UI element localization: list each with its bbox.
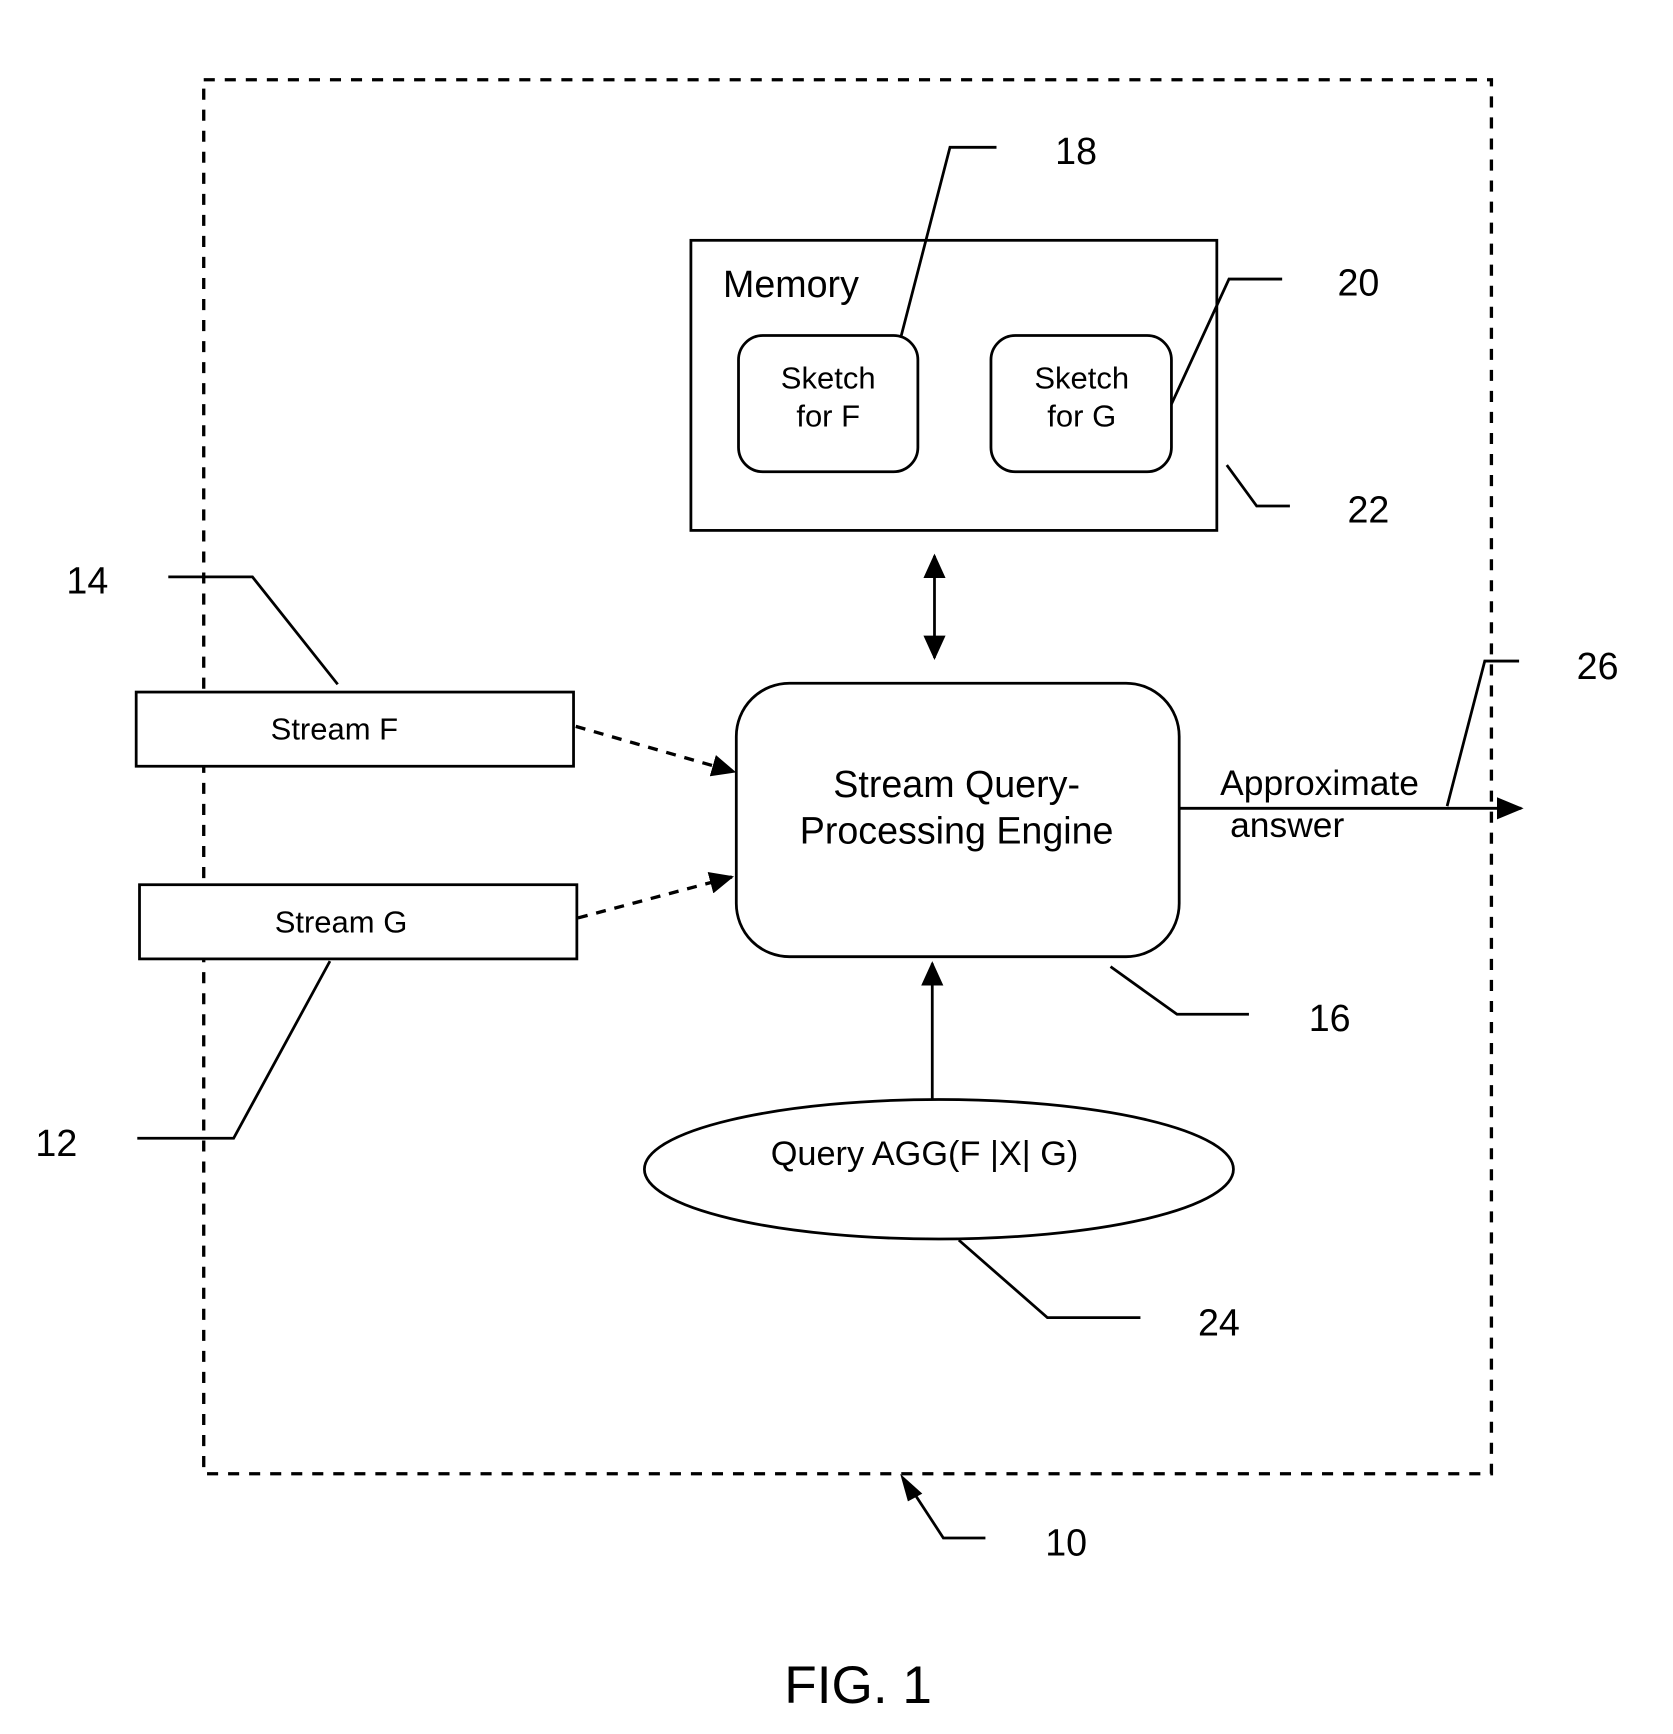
stream-g-block: Stream G xyxy=(138,883,579,961)
stream-g-arrow xyxy=(577,871,735,920)
sketch-g-line1: Sketch xyxy=(1034,361,1129,396)
ref-16: 16 xyxy=(1309,997,1351,1039)
engine-block: Stream Query- Processing Engine xyxy=(734,681,1181,959)
ref-18: 18 xyxy=(1055,130,1097,172)
sketch-f-line2: for F xyxy=(796,398,860,433)
engine-line1: Stream Query- xyxy=(833,763,1080,805)
leader-26 xyxy=(1445,659,1520,807)
sketch-g-line2: for G xyxy=(1047,398,1116,433)
stream-g-label: Stream G xyxy=(275,904,408,939)
diagram-canvas: Memory Sketch for F Sketch for G 18 20 2… xyxy=(35,78,1619,1715)
ref-20: 20 xyxy=(1338,262,1380,304)
engine-line2: Processing Engine xyxy=(800,810,1114,852)
memory-label: Memory xyxy=(723,263,859,305)
leader-16 xyxy=(1109,965,1249,1016)
ref-14: 14 xyxy=(66,560,108,602)
stream-f-label: Stream F xyxy=(271,712,398,747)
leader-14 xyxy=(168,575,339,686)
ref-26: 26 xyxy=(1577,645,1619,687)
leader-22 xyxy=(1225,464,1290,508)
memory-block: Memory Sketch for F Sketch for G xyxy=(689,238,1219,532)
stream-f-block: Stream F xyxy=(134,690,575,768)
ref-12: 12 xyxy=(35,1122,77,1164)
leader-10-arrowhead xyxy=(900,1473,923,1502)
query-block: Query AGG(F |X| G) xyxy=(643,1098,1235,1241)
output-line1: Approximate xyxy=(1220,763,1419,803)
leader-24 xyxy=(957,1239,1141,1320)
figure-caption: FIG. 1 xyxy=(784,1656,932,1715)
sketch-f-line1: Sketch xyxy=(781,361,876,396)
ref-22: 22 xyxy=(1347,489,1389,531)
ref-24: 24 xyxy=(1198,1301,1240,1343)
leader-12 xyxy=(137,960,332,1140)
query-label: Query AGG(F |X| G) xyxy=(771,1135,1079,1173)
output-line2: answer xyxy=(1230,805,1344,845)
ref-10: 10 xyxy=(1045,1522,1087,1564)
stream-f-arrow xyxy=(575,724,737,777)
